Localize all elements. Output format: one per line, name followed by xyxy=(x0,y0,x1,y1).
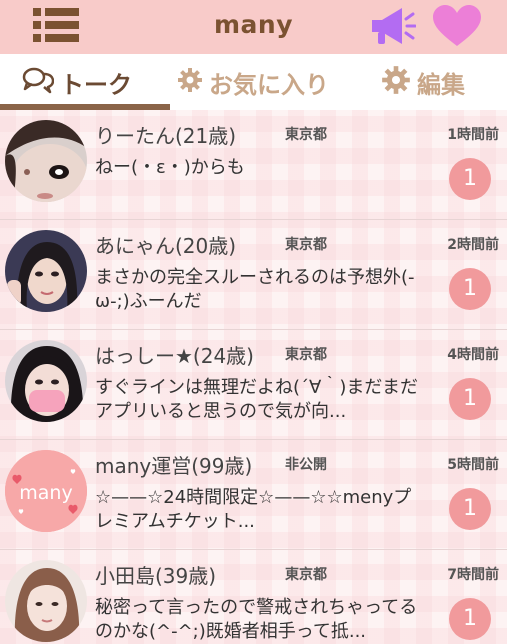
timestamp: 4時間前 xyxy=(447,347,499,363)
conversation-item[interactable]: many many運営(99歳) 非公開 5時間前 ☆——☆24時間限定☆——☆… xyxy=(0,440,507,550)
chat-bubbles-icon xyxy=(22,66,55,98)
heart-icon[interactable] xyxy=(431,4,483,48)
conversation-item[interactable]: 小田島(39歳) 東京都 7時間前 秘密って言ったので警戒されちゃってるのかな(… xyxy=(0,550,507,644)
message-preview: ☆——☆24時間限定☆——☆☆menyプレミアムチケット... xyxy=(95,487,412,532)
prefecture: 東京都 xyxy=(285,237,327,253)
avatar[interactable] xyxy=(5,340,87,422)
gear-icon xyxy=(177,67,203,97)
contact-name: はっしー★(24歳) xyxy=(95,344,254,368)
message-preview: 秘密って言ったので警戒されちゃってるのかな(^-^;)既婚者相手って抵... xyxy=(95,597,418,642)
avatar-logo-text: many xyxy=(19,482,72,504)
unread-badge: 1 xyxy=(449,158,491,200)
avatar[interactable]: many xyxy=(5,450,87,532)
tab-favorites-label: お気に入り xyxy=(209,70,329,99)
gear-icon xyxy=(381,65,411,99)
tab-talk[interactable]: トーク xyxy=(22,54,172,110)
message-preview: すぐラインは無理だよね(´∀｀)まだまだアプリいると思うので気が向... xyxy=(95,377,418,422)
unread-badge: 1 xyxy=(449,268,491,310)
prefecture: 東京都 xyxy=(285,567,327,583)
timestamp: 2時間前 xyxy=(447,237,499,253)
timestamp: 7時間前 xyxy=(447,567,499,583)
message-preview: ねー(・ε・)からも xyxy=(95,157,245,178)
contact-name: 小田島(39歳) xyxy=(95,564,217,588)
timestamp: 1時間前 xyxy=(447,127,499,143)
prefecture: 非公開 xyxy=(285,457,327,473)
tab-bar: トーク お気に入り 編集 xyxy=(0,54,507,110)
contact-name: あにゃん(20歳) xyxy=(95,234,237,258)
message-preview: まさかの完全スルーされるのは予想外(-ω-;)ふーんだ xyxy=(95,267,415,312)
conversation-item[interactable]: はっしー★(24歳) 東京都 4時間前 すぐラインは無理だよね(´∀｀)まだまだ… xyxy=(0,330,507,440)
conversation-list[interactable]: りーたん(21歳) 東京都 1時間前 ねー(・ε・)からも 1 あにゃん(20歳… xyxy=(0,110,507,644)
conversation-item[interactable]: りーたん(21歳) 東京都 1時間前 ねー(・ε・)からも 1 xyxy=(0,110,507,220)
contact-name: many運営(99歳) xyxy=(95,454,253,478)
tab-edit[interactable]: 編集 xyxy=(381,54,501,110)
megaphone-icon[interactable] xyxy=(368,3,417,49)
prefecture: 東京都 xyxy=(285,127,327,143)
contact-name: りーたん(21歳) xyxy=(95,124,237,148)
tab-edit-label: 編集 xyxy=(417,70,465,99)
app-header: many xyxy=(0,0,507,54)
conversation-item[interactable]: あにゃん(20歳) 東京都 2時間前 まさかの完全スルーされるのは予想外(-ω-… xyxy=(0,220,507,330)
unread-badge: 1 xyxy=(449,598,491,640)
avatar[interactable] xyxy=(5,120,87,202)
unread-badge: 1 xyxy=(449,378,491,420)
unread-badge: 1 xyxy=(449,488,491,530)
timestamp: 5時間前 xyxy=(447,457,499,473)
avatar[interactable] xyxy=(5,230,87,312)
tab-favorites[interactable]: お気に入り xyxy=(177,54,352,110)
avatar[interactable] xyxy=(5,560,87,642)
prefecture: 東京都 xyxy=(285,347,327,363)
tab-talk-label: トーク xyxy=(60,70,132,99)
